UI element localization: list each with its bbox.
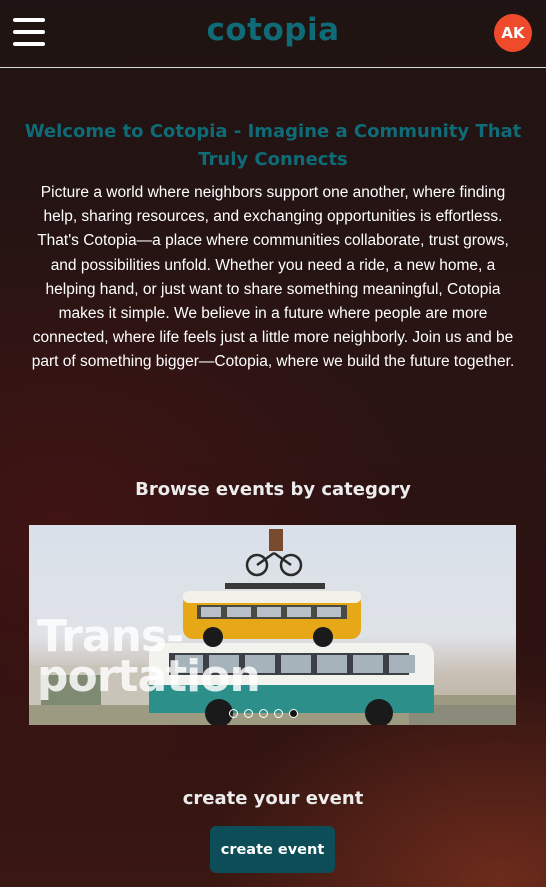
- carousel-dot[interactable]: [244, 709, 253, 718]
- slide-category-label: Trans- portation: [37, 615, 261, 702]
- user-avatar[interactable]: AK: [494, 14, 532, 52]
- top-header: cotopia AK: [0, 0, 546, 68]
- welcome-text: Picture a world where neighbors support …: [31, 184, 515, 371]
- carousel-dot[interactable]: [259, 709, 268, 718]
- carousel-dot[interactable]: [274, 709, 283, 718]
- carousel-dot-active[interactable]: [289, 709, 298, 718]
- slide-label-line-2: portation: [37, 651, 261, 702]
- carousel-dots: [229, 709, 298, 721]
- category-carousel[interactable]: Trans- portation: [29, 525, 516, 725]
- welcome-title: Welcome to Cotopia - Imagine a Community…: [24, 121, 522, 170]
- create-event-button[interactable]: create event: [210, 826, 335, 873]
- browse-events-title: Browse events by category: [135, 479, 411, 500]
- app-logo[interactable]: cotopia: [0, 12, 546, 48]
- create-event-title: create your event: [182, 788, 364, 809]
- carousel-dot[interactable]: [229, 709, 238, 718]
